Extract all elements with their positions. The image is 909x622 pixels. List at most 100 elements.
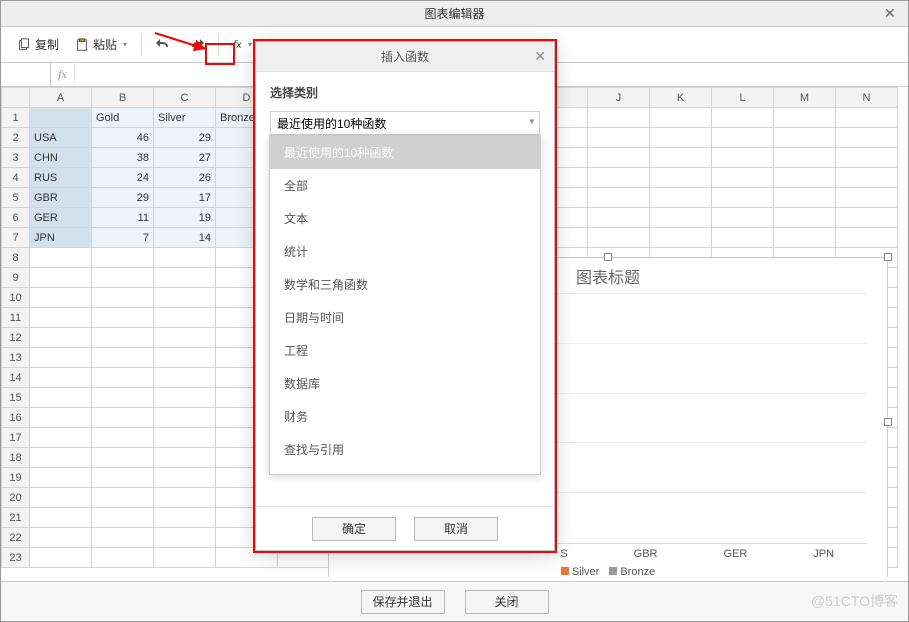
- row-header[interactable]: 11: [2, 308, 30, 328]
- cell[interactable]: [30, 368, 92, 388]
- cell[interactable]: [92, 248, 154, 268]
- column-header[interactable]: K: [650, 88, 712, 108]
- cell[interactable]: [92, 348, 154, 368]
- cell[interactable]: [154, 248, 216, 268]
- row-header[interactable]: 1: [2, 108, 30, 128]
- cell[interactable]: CHN: [30, 148, 92, 168]
- row-header[interactable]: 19: [2, 468, 30, 488]
- cell[interactable]: 27: [154, 148, 216, 168]
- cell[interactable]: [836, 108, 898, 128]
- cell[interactable]: 19: [154, 208, 216, 228]
- cell[interactable]: [30, 288, 92, 308]
- cell[interactable]: [30, 468, 92, 488]
- window-close-button[interactable]: ✕: [884, 5, 900, 21]
- category-option[interactable]: 查找与引用: [270, 433, 540, 466]
- undo-button[interactable]: [150, 33, 178, 57]
- cell[interactable]: [588, 128, 650, 148]
- cell[interactable]: [712, 148, 774, 168]
- cell[interactable]: 46: [92, 128, 154, 148]
- cell[interactable]: [712, 108, 774, 128]
- column-header[interactable]: M: [774, 88, 836, 108]
- dialog-close-button[interactable]: ✕: [534, 48, 546, 65]
- cell[interactable]: [650, 208, 712, 228]
- cell[interactable]: [650, 108, 712, 128]
- cell[interactable]: [92, 268, 154, 288]
- cell[interactable]: [712, 228, 774, 248]
- cell[interactable]: [836, 208, 898, 228]
- cell[interactable]: [154, 348, 216, 368]
- row-header[interactable]: 12: [2, 328, 30, 348]
- row-header[interactable]: 3: [2, 148, 30, 168]
- cell[interactable]: [92, 328, 154, 348]
- cell[interactable]: [154, 428, 216, 448]
- cell[interactable]: [650, 168, 712, 188]
- cell[interactable]: 24: [92, 168, 154, 188]
- cell[interactable]: 11: [92, 208, 154, 228]
- row-header[interactable]: 15: [2, 388, 30, 408]
- cell[interactable]: [712, 128, 774, 148]
- cell[interactable]: GBR: [30, 188, 92, 208]
- cell[interactable]: 7: [92, 228, 154, 248]
- row-header[interactable]: 21: [2, 508, 30, 528]
- column-header[interactable]: B: [92, 88, 154, 108]
- row-header[interactable]: 20: [2, 488, 30, 508]
- cancel-button[interactable]: 取消: [414, 517, 498, 541]
- category-option[interactable]: 日期与时间: [270, 301, 540, 334]
- row-header[interactable]: 13: [2, 348, 30, 368]
- column-header[interactable]: A: [30, 88, 92, 108]
- cell[interactable]: [30, 448, 92, 468]
- cell[interactable]: [836, 148, 898, 168]
- cell[interactable]: [588, 188, 650, 208]
- cell[interactable]: GER: [30, 208, 92, 228]
- cell[interactable]: [650, 228, 712, 248]
- cell[interactable]: [774, 208, 836, 228]
- category-combo-input[interactable]: [270, 111, 540, 135]
- cell[interactable]: [92, 488, 154, 508]
- cell[interactable]: [774, 108, 836, 128]
- cell[interactable]: [154, 508, 216, 528]
- ok-button[interactable]: 确定: [312, 517, 396, 541]
- cell[interactable]: [588, 168, 650, 188]
- cell[interactable]: [154, 448, 216, 468]
- name-box[interactable]: [1, 63, 51, 86]
- row-header[interactable]: 10: [2, 288, 30, 308]
- row-header[interactable]: 2: [2, 128, 30, 148]
- cell[interactable]: [712, 168, 774, 188]
- cell[interactable]: 38: [92, 148, 154, 168]
- cell[interactable]: [154, 268, 216, 288]
- category-option[interactable]: 文本: [270, 202, 540, 235]
- cell[interactable]: [588, 108, 650, 128]
- cell[interactable]: [154, 468, 216, 488]
- cell[interactable]: [154, 308, 216, 328]
- paste-button[interactable]: 粘贴 ▾: [69, 32, 133, 57]
- category-option[interactable]: 数学和三角函数: [270, 268, 540, 301]
- cell[interactable]: [836, 188, 898, 208]
- cell[interactable]: [154, 388, 216, 408]
- cell[interactable]: [154, 408, 216, 428]
- category-option[interactable]: 财务: [270, 400, 540, 433]
- copy-button[interactable]: 复制: [11, 32, 65, 57]
- cell[interactable]: [774, 188, 836, 208]
- cell[interactable]: 17: [154, 188, 216, 208]
- cell[interactable]: [30, 308, 92, 328]
- row-header[interactable]: 14: [2, 368, 30, 388]
- cell[interactable]: [30, 108, 92, 128]
- cell[interactable]: USA: [30, 128, 92, 148]
- cell[interactable]: [30, 388, 92, 408]
- cell[interactable]: [836, 168, 898, 188]
- save-and-exit-button[interactable]: 保存并退出: [361, 590, 445, 614]
- cell[interactable]: [92, 408, 154, 428]
- cell[interactable]: [92, 288, 154, 308]
- category-option[interactable]: 统计: [270, 235, 540, 268]
- cell[interactable]: [30, 548, 92, 568]
- cell[interactable]: Gold: [92, 108, 154, 128]
- category-option[interactable]: 全部: [270, 169, 540, 202]
- cell[interactable]: [92, 508, 154, 528]
- cell[interactable]: [154, 368, 216, 388]
- cell[interactable]: [92, 368, 154, 388]
- cell[interactable]: [92, 428, 154, 448]
- cell[interactable]: [774, 228, 836, 248]
- column-header[interactable]: C: [154, 88, 216, 108]
- row-header[interactable]: 7: [2, 228, 30, 248]
- row-header[interactable]: 9: [2, 268, 30, 288]
